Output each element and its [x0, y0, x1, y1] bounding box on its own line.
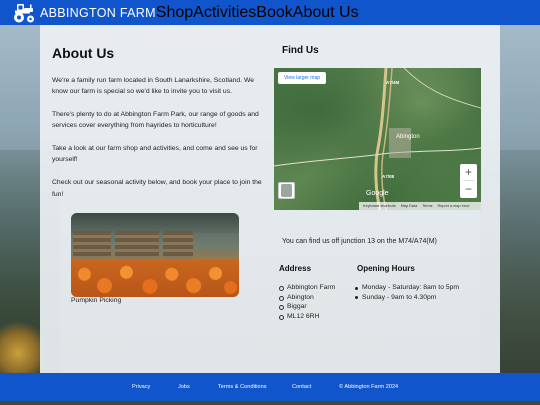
nav-activities[interactable]: Activities: [193, 4, 256, 22]
site-header: ABBINGTON FARM Shop Activities Book Abou…: [0, 0, 540, 25]
nav-book[interactable]: Book: [256, 4, 292, 22]
photo-pumpkins: [71, 259, 239, 297]
address-line: Biggar: [279, 302, 335, 312]
map-data-link[interactable]: Map Data: [401, 204, 417, 208]
about-paragraph: Take a look at our farm shop and activit…: [52, 145, 258, 164]
address-list: Abbington Farm Abington Biggar ML12 6RH: [279, 283, 335, 321]
road-label: A7/4M: [386, 80, 400, 85]
photo-crate: [73, 231, 111, 261]
road-label: A7/08: [382, 174, 395, 179]
about-paragraph: Check out our seasonal activity below, a…: [52, 179, 262, 198]
directions-text: You can find us off junction 13 on the M…: [282, 238, 437, 245]
footer-terms-link[interactable]: Terms & Conditions: [218, 384, 267, 390]
tractor-icon: [14, 3, 34, 22]
pumpkin-picking-photo: [71, 213, 239, 297]
hours-line: Sunday - 9am to 4.30pm: [354, 293, 459, 303]
content-panel: About Us We're a family run farm located…: [40, 25, 500, 373]
about-paragraph: There's plenty to do at Abbington Farm P…: [52, 111, 259, 130]
page-title: About Us: [52, 45, 115, 61]
find-us-title: Find Us: [282, 45, 319, 56]
find-us-section: Find Us View larger map A7/4M A7/08 Abin…: [274, 45, 488, 320]
street-view-pegman[interactable]: [278, 182, 295, 199]
address-title: Address: [279, 264, 312, 273]
footer-copyright: © Abbington Farm 2024: [339, 384, 399, 390]
photo-crate: [163, 231, 193, 261]
nav-about-us[interactable]: About Us: [293, 4, 359, 22]
map-zoom-control: + −: [460, 164, 477, 198]
about-section: About Us We're a family run farm located…: [52, 45, 262, 200]
opening-hours-list: Monday - Saturday: 8am to 5pm Sunday - 9…: [354, 283, 459, 302]
footer-privacy-link[interactable]: Privacy: [132, 384, 150, 390]
opening-hours-title: Opening Hours: [357, 264, 415, 273]
embedded-map[interactable]: View larger map A7/4M A7/08 Abington + −…: [274, 68, 481, 210]
google-logo: Google: [366, 190, 389, 197]
nav-shop[interactable]: Shop: [156, 4, 193, 22]
site-footer: Privacy Jobs Terms & Conditions Contact …: [0, 373, 540, 401]
keyboard-shortcuts-link[interactable]: Keyboard shortcuts: [363, 204, 396, 208]
view-larger-map-button[interactable]: View larger map: [278, 72, 327, 84]
pegman-icon: [281, 184, 292, 197]
address-line: Abbington Farm: [279, 283, 335, 293]
brand-name: ABBINGTON FARM: [40, 5, 156, 20]
report-map-error-link[interactable]: Report a map error: [438, 204, 470, 208]
zoom-in-button[interactable]: +: [460, 164, 477, 180]
photo-treeline: [71, 213, 239, 233]
footer-jobs-link[interactable]: Jobs: [178, 384, 190, 390]
map-terms-link[interactable]: Terms: [422, 204, 432, 208]
town-label: Abington: [396, 134, 420, 140]
address-line: Abington: [279, 293, 335, 303]
about-paragraph: We're a family run farm located in South…: [52, 77, 255, 96]
address-line: ML12 6RH: [279, 312, 335, 322]
map-attribution-bar: Keyboard shortcuts Map Data Terms Report…: [359, 202, 481, 210]
map-roads: [274, 68, 481, 210]
background-autumn-tree: [0, 320, 45, 375]
photo-caption: Pumpkin Picking: [71, 297, 122, 304]
footer-contact-link[interactable]: Contact: [292, 384, 311, 390]
hours-line: Monday - Saturday: 8am to 5pm: [354, 283, 459, 293]
zoom-out-button[interactable]: −: [460, 181, 477, 197]
photo-crate: [115, 231, 159, 261]
home-logo-link[interactable]: ABBINGTON FARM: [12, 3, 156, 23]
